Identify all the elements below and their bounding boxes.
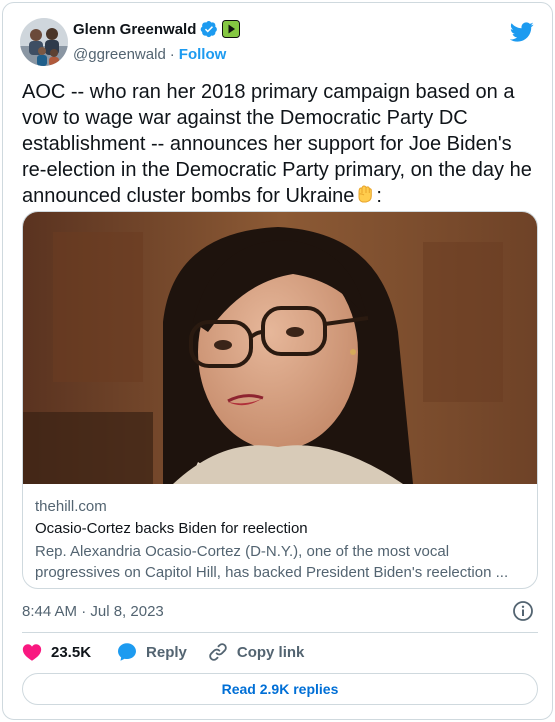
link-preview-card[interactable]: thehill.com Ocasio-Cortez backs Biden fo…	[22, 211, 538, 589]
divider	[22, 632, 538, 633]
author-name[interactable]: Glenn Greenwald	[73, 21, 196, 38]
tweet-timestamp[interactable]: 8:44 AM · Jul 8, 2023	[22, 603, 164, 620]
author-name-row: Glenn Greenwald	[73, 20, 241, 38]
copy-link-label: Copy link	[236, 643, 305, 661]
tweet-text: AOC -- who ran her 2018 primary campaign…	[22, 79, 537, 209]
like-count: 23.5K	[51, 643, 92, 661]
read-replies-button[interactable]: Read 2.9K replies	[22, 673, 538, 705]
rumble-badge-icon	[222, 20, 241, 38]
twitter-bird-icon[interactable]	[510, 20, 534, 44]
tweet-text-main: AOC -- who ran her 2018 primary campaign…	[22, 81, 538, 207]
copy-link-button[interactable]: Copy link	[207, 641, 305, 663]
separator: ·	[169, 46, 175, 63]
action-bar: 23.5K Reply Copy link	[21, 640, 304, 664]
raised-fist-emoji	[358, 185, 373, 203]
author-handle-row: @ggreenwald · Follow	[73, 46, 226, 63]
reply-label: Reply	[146, 643, 187, 661]
reply-button[interactable]: Reply	[116, 641, 187, 663]
reply-bubble-icon	[118, 643, 137, 661]
link-icon	[209, 643, 227, 661]
tweet-embed-card: Glenn Greenwald @ggreenwald · Follow AOC…	[2, 2, 553, 720]
link-title: Ocasio-Cortez backs Biden for reelection	[35, 520, 308, 537]
article-photo	[23, 212, 537, 484]
tweet-text-colon: :	[376, 185, 382, 207]
like-button[interactable]: 23.5K	[21, 641, 91, 663]
link-domain: thehill.com	[35, 498, 107, 515]
follow-button[interactable]: Follow	[179, 46, 227, 63]
heart-icon	[22, 644, 42, 661]
author-handle[interactable]: @ggreenwald	[73, 46, 166, 63]
link-description: Rep. Alexandria Ocasio-Cortez (D-N.Y.), …	[35, 543, 509, 581]
author-avatar[interactable]	[20, 18, 68, 66]
link-preview-meta: thehill.com Ocasio-Cortez backs Biden fo…	[35, 495, 527, 583]
verified-badge-icon	[201, 20, 218, 38]
info-icon[interactable]	[512, 600, 534, 622]
